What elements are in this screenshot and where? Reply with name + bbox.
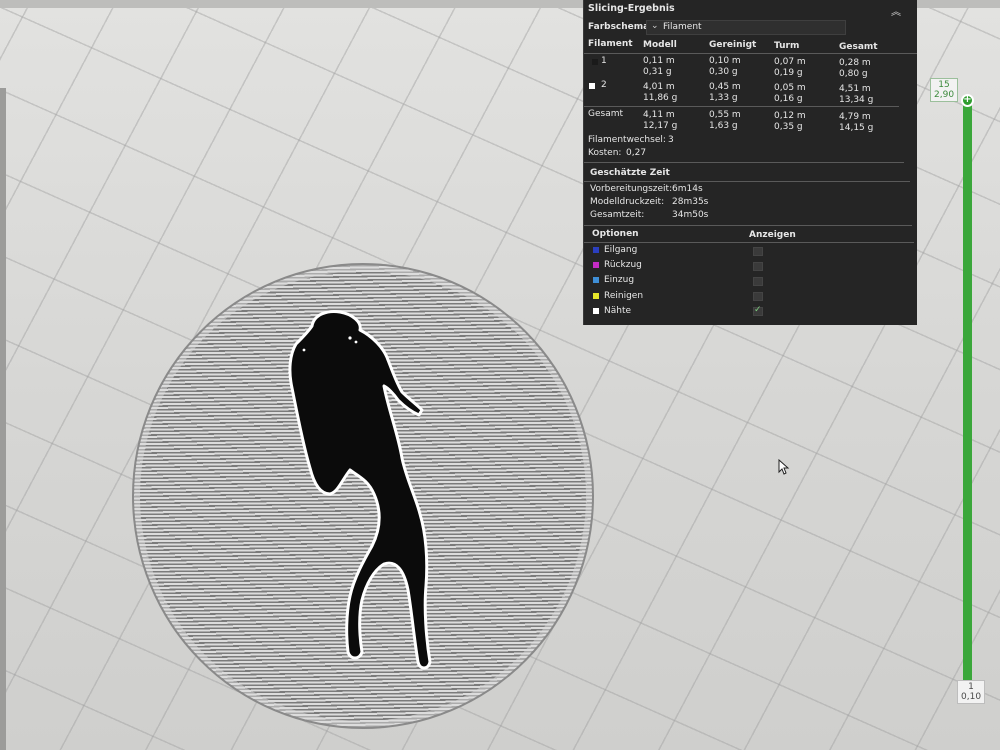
filament-2-turm-weight: 0,16 g <box>774 94 803 104</box>
filament-1-turm-weight: 0,19 g <box>774 68 803 78</box>
filament-2-gereinigt-weight: 1,33 g <box>709 93 738 103</box>
slider-top-label: 15 2,90 <box>930 78 958 102</box>
option-retract-checkbox[interactable] <box>753 262 763 271</box>
bottom-layer-number: 1 <box>968 682 974 692</box>
filament-changes-value: 3 <box>668 135 674 145</box>
total-turm-weight: 0,35 g <box>774 122 803 132</box>
total-time-value: 34m50s <box>672 210 709 220</box>
diver-silhouette <box>288 310 432 670</box>
top-layer-height: 2,90 <box>934 90 955 100</box>
total-turm-length: 0,12 m <box>774 111 806 121</box>
mask-highlight <box>348 336 352 340</box>
time-divider-top <box>584 162 904 163</box>
filament-2-gereinigt-length: 0,45 m <box>709 82 741 92</box>
layer-slider-track[interactable] <box>963 102 972 687</box>
total-label: Gesamt <box>588 109 624 119</box>
option-retract-label: Rückzug <box>604 260 642 270</box>
filament-1-gesamt-weight: 0,80 g <box>839 69 868 79</box>
filament-2-gesamt-length: 4,51 m <box>839 84 871 94</box>
filament-2-modell-length: 4,01 m <box>643 82 675 92</box>
plus-icon: + <box>963 94 972 105</box>
panel-title: Slicing-Ergebnis <box>588 3 675 14</box>
filament-changes-label: Filamentwechsel: <box>588 135 666 145</box>
filament-2-modell-weight: 11,86 g <box>643 93 678 103</box>
rows-divider <box>584 106 899 107</box>
checkmark-icon: ✓ <box>754 305 762 315</box>
options-divider-top <box>584 225 912 226</box>
print-time-label: Modelldruckzeit: <box>590 197 665 207</box>
prep-time-value: 6m14s <box>672 184 703 194</box>
filament-2-gesamt-weight: 13,34 g <box>839 95 874 105</box>
filament-1-modell-weight: 0,31 g <box>643 67 672 77</box>
option-wipe-label: Reinigen <box>604 291 644 301</box>
color-scheme-dropdown[interactable]: ⌄ Filament <box>646 20 846 35</box>
cost-value: 0,27 <box>626 148 647 158</box>
total-gesamt-weight: 14,15 g <box>839 123 874 133</box>
layer-slider-top-handle[interactable]: + <box>961 94 974 107</box>
cost-label: Kosten: <box>588 148 622 158</box>
col-header-filament: Filament <box>588 39 633 49</box>
option-seams-checkbox[interactable]: ✓ <box>753 305 763 316</box>
slicing-result-panel: Slicing-Ergebnis ︽ Farbschema ⌄ Filament… <box>583 0 917 325</box>
col-header-gesamt: Gesamt <box>839 42 878 52</box>
total-gereinigt-length: 0,55 m <box>709 110 741 120</box>
option-seams-label: Nähte <box>604 306 632 316</box>
filament-2-turm-length: 0,05 m <box>774 83 806 93</box>
unretract-swatch <box>593 277 599 283</box>
total-gesamt-length: 4,79 m <box>839 112 871 122</box>
time-section-title: Geschätzte Zeit <box>590 168 670 178</box>
filament-1-modell-length: 0,11 m <box>643 56 675 66</box>
top-layer-number: 15 <box>938 80 950 90</box>
col-header-gereinigt: Gereinigt <box>709 40 757 50</box>
mask-highlight <box>354 340 358 344</box>
filament-1-number: 1 <box>601 56 607 66</box>
option-rapid-move-label: Eilgang <box>604 245 638 255</box>
mouse-pointer-icon <box>778 459 790 475</box>
col-header-modell: Modell <box>643 40 677 50</box>
option-unretract-checkbox[interactable] <box>753 277 763 286</box>
mask-highlight <box>302 348 306 352</box>
wipe-swatch <box>593 293 599 299</box>
filament-1-gereinigt-length: 0,10 m <box>709 56 741 66</box>
total-gereinigt-weight: 1,63 g <box>709 121 738 131</box>
print-time-value: 28m35s <box>672 197 709 207</box>
filament-1-gereinigt-weight: 0,30 g <box>709 67 738 77</box>
color-scheme-value: Filament <box>663 22 702 32</box>
chevron-down-icon: ⌄ <box>651 21 659 31</box>
time-divider-bottom <box>584 181 910 182</box>
option-unretract-label: Einzug <box>604 275 635 285</box>
color-scheme-label: Farbschema <box>588 22 650 32</box>
diver-body-path <box>288 310 432 670</box>
seams-swatch <box>593 308 599 314</box>
filament-2-swatch <box>589 83 595 89</box>
retract-swatch <box>593 262 599 268</box>
option-wipe-checkbox[interactable] <box>753 292 763 301</box>
filament-1-gesamt-length: 0,28 m <box>839 58 871 68</box>
col-header-turm: Turm <box>774 41 800 51</box>
bottom-layer-height: 0,10 <box>961 692 982 702</box>
slider-bottom-label: 1 0,10 <box>957 680 985 704</box>
show-header: Anzeigen <box>749 230 796 240</box>
option-rapid-move-checkbox[interactable] <box>753 247 763 256</box>
filament-1-swatch <box>592 59 598 65</box>
options-divider-bottom <box>584 242 914 243</box>
total-modell-length: 4,11 m <box>643 110 675 120</box>
options-header: Optionen <box>592 229 639 239</box>
collapse-chevron-icon[interactable]: ︽ <box>891 3 901 18</box>
header-divider <box>584 53 917 54</box>
total-modell-weight: 12,17 g <box>643 121 678 131</box>
total-time-label: Gesamtzeit: <box>590 210 645 220</box>
prep-time-label: Vorbereitungszeit: <box>590 184 673 194</box>
filament-2-number: 2 <box>601 80 607 90</box>
filament-1-turm-length: 0,07 m <box>774 57 806 67</box>
left-edge-bar <box>0 88 6 750</box>
rapid-move-swatch <box>593 247 599 253</box>
